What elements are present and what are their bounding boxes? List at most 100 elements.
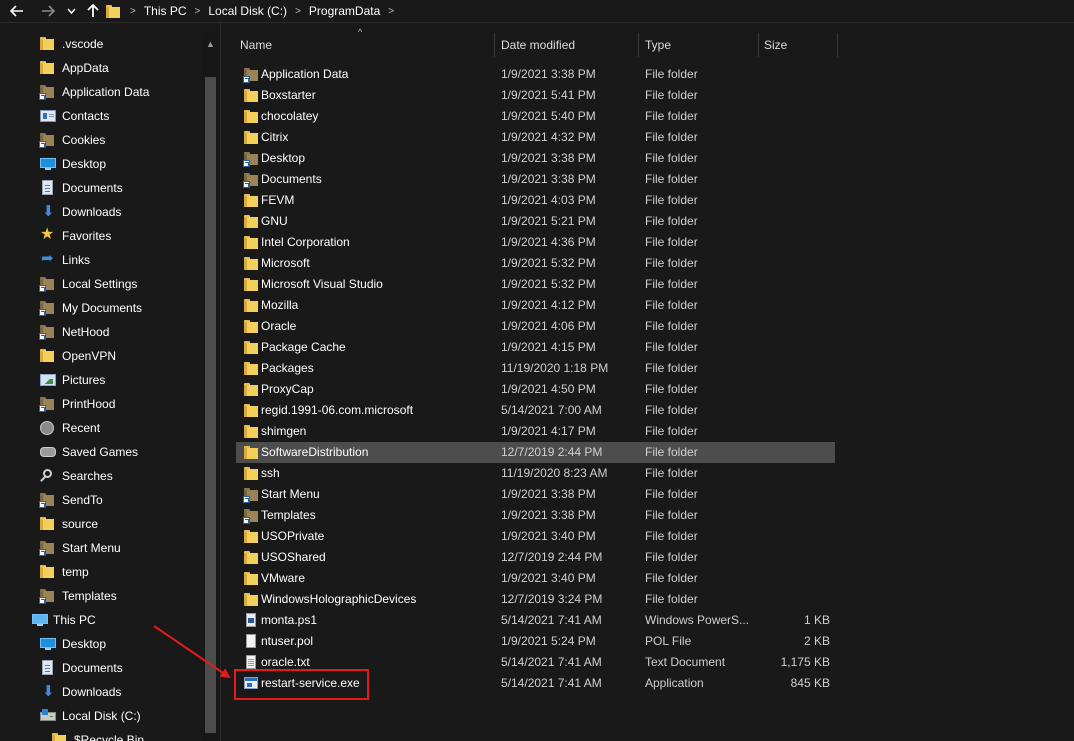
file-date-modified: 11/19/2020 8:23 AM bbox=[501, 466, 608, 480]
sidebar-item[interactable]: Documents bbox=[40, 176, 123, 200]
sidebar-item-label: Desktop bbox=[62, 637, 107, 651]
sidebar-item[interactable]: ➦ Links bbox=[40, 248, 90, 272]
table-row[interactable]: Application Data 1/9/2021 3:38 PM File fol… bbox=[236, 64, 835, 85]
file-date-modified: 1/9/2021 5:32 PM bbox=[501, 256, 596, 270]
table-row[interactable]: Mozilla 1/9/2021 4:12 PM File folder bbox=[236, 295, 835, 316]
table-row[interactable]: regid.1991-06.com.microsoft 5/14/2021 7:0… bbox=[236, 400, 835, 421]
scrollbar-thumb[interactable] bbox=[205, 77, 216, 733]
up-button[interactable] bbox=[82, 0, 104, 22]
sidebar-item[interactable]: ⬇ Downloads bbox=[40, 680, 121, 704]
file-row-icon bbox=[243, 151, 258, 167]
sidebar-item[interactable]: Pictures bbox=[40, 368, 105, 392]
sidebar-item[interactable]: PrintHood bbox=[39, 392, 115, 416]
column-header-name[interactable]: Name bbox=[236, 33, 494, 57]
sidebar-item-icon bbox=[39, 588, 56, 604]
table-row[interactable]: Templates 1/9/2021 3:38 PM File folder bbox=[236, 505, 835, 526]
sidebar-item[interactable]: Saved Games bbox=[40, 440, 138, 464]
file-type: File folder bbox=[645, 298, 698, 312]
sidebar-item[interactable]: AppData bbox=[40, 56, 109, 80]
sidebar-item[interactable]: Cookies bbox=[39, 128, 105, 152]
sidebar-item-this-pc[interactable]: This PC bbox=[32, 608, 96, 632]
file-size bbox=[760, 484, 830, 505]
file-date-modified: 1/9/2021 4:06 PM bbox=[501, 319, 596, 333]
breadcrumb-separator: > bbox=[130, 5, 136, 17]
breadcrumb-this-pc[interactable]: This PC bbox=[140, 4, 191, 18]
table-row-selected[interactable]: SoftwareDistribution 12/7/2019 2:44 PM Fil… bbox=[236, 442, 835, 463]
table-row[interactable]: ProxyCap 1/9/2021 4:50 PM File folder bbox=[236, 379, 835, 400]
folder-shortcut-icon bbox=[243, 508, 258, 524]
sidebar-item[interactable]: OpenVPN bbox=[40, 344, 116, 368]
sidebar-item[interactable]: ★ Favorites bbox=[40, 224, 111, 248]
table-row[interactable]: ssh 11/19/2020 8:23 AM File folder bbox=[236, 463, 835, 484]
sidebar-item-label: Downloads bbox=[62, 685, 122, 699]
pane-divider[interactable] bbox=[220, 23, 221, 741]
sidebar-item[interactable]: Contacts bbox=[40, 104, 109, 128]
sidebar-item[interactable]: temp bbox=[40, 560, 89, 584]
table-row[interactable]: Desktop 1/9/2021 3:38 PM File folder bbox=[236, 148, 835, 169]
sidebar-item[interactable]: Searches bbox=[40, 464, 113, 488]
sidebar-item-icon bbox=[40, 156, 56, 172]
file-name: Start Menu bbox=[261, 487, 320, 501]
sidebar-item[interactable]: source bbox=[40, 512, 98, 536]
sidebar-item[interactable]: Documents bbox=[40, 656, 123, 680]
file-row-icon bbox=[244, 466, 258, 481]
table-row[interactable]: monta.ps1 5/14/2021 7:41 AM Windows PowerS… bbox=[236, 610, 835, 631]
sidebar-item[interactable]: NetHood bbox=[39, 320, 109, 344]
column-header-date-modified[interactable]: Date modified bbox=[495, 33, 638, 57]
recent-locations-button[interactable] bbox=[62, 0, 80, 22]
sidebar-item[interactable]: Templates bbox=[39, 584, 117, 608]
sidebar-item-label: Start Menu bbox=[62, 541, 121, 555]
file-size: 1,175 KB bbox=[780, 655, 830, 669]
sidebar-item[interactable]: $Recycle.Bin bbox=[52, 728, 144, 741]
table-row[interactable]: VMware 1/9/2021 3:40 PM File folder bbox=[236, 568, 835, 589]
table-row[interactable]: Documents 1/9/2021 3:38 PM File folder bbox=[236, 169, 835, 190]
table-row[interactable]: WindowsHolographicDevices 12/7/2019 3:24 … bbox=[236, 589, 835, 610]
table-row[interactable]: chocolatey 1/9/2021 5:40 PM File folder bbox=[236, 106, 835, 127]
table-row[interactable]: USOShared 12/7/2019 2:44 PM File folder bbox=[236, 547, 835, 568]
table-row[interactable]: Oracle 1/9/2021 4:06 PM File folder bbox=[236, 316, 835, 337]
table-row[interactable]: Citrix 1/9/2021 4:32 PM File folder bbox=[236, 127, 835, 148]
file-type: File folder bbox=[645, 151, 698, 165]
sidebar-item[interactable]: Application Data bbox=[39, 80, 149, 104]
file-name: WindowsHolographicDevices bbox=[261, 592, 417, 606]
table-row[interactable]: Package Cache 1/9/2021 4:15 PM File folder bbox=[236, 337, 835, 358]
table-row[interactable]: Packages 11/19/2020 1:18 PM File folder bbox=[236, 358, 835, 379]
sidebar-item[interactable]: .vscode bbox=[40, 33, 103, 56]
table-row[interactable]: shimgen 1/9/2021 4:17 PM File folder bbox=[236, 421, 835, 442]
table-row[interactable]: USOPrivate 1/9/2021 3:40 PM File folder bbox=[236, 526, 835, 547]
table-row[interactable]: Boxstarter 1/9/2021 5:41 PM File folder bbox=[236, 85, 835, 106]
column-header-type[interactable]: Type bbox=[639, 33, 758, 57]
column-header-size[interactable]: Size bbox=[759, 33, 837, 57]
breadcrumb-programdata[interactable]: ProgramData bbox=[305, 4, 384, 18]
forward-button[interactable] bbox=[37, 0, 59, 22]
table-row[interactable]: ntuser.pol 1/9/2021 5:24 PM POL File 2 KB bbox=[236, 631, 835, 652]
file-date-modified: 5/14/2021 7:41 AM bbox=[501, 655, 602, 669]
table-row[interactable]: GNU 1/9/2021 5:21 PM File folder bbox=[236, 211, 835, 232]
sidebar-item-label: Local Disk (C:) bbox=[62, 709, 141, 723]
file-date-modified: 5/14/2021 7:00 AM bbox=[501, 403, 602, 417]
sidebar-item[interactable]: SendTo bbox=[39, 488, 103, 512]
column-divider[interactable] bbox=[837, 33, 838, 57]
sidebar-item[interactable]: Local Settings bbox=[39, 272, 137, 296]
sidebar-item[interactable]: Desktop bbox=[40, 632, 106, 656]
sidebar-item-label: Pictures bbox=[62, 373, 106, 387]
file-type: POL File bbox=[645, 634, 692, 648]
sidebar-item[interactable]: ⬇ Downloads bbox=[40, 200, 121, 224]
back-button[interactable] bbox=[6, 0, 28, 22]
table-row[interactable]: Intel Corporation 1/9/2021 4:36 PM File fo… bbox=[236, 232, 835, 253]
sidebar-item-label: Templates bbox=[62, 589, 117, 603]
breadcrumb-local-disk[interactable]: Local Disk (C:) bbox=[204, 4, 291, 18]
table-row[interactable]: Microsoft 1/9/2021 5:32 PM File folder bbox=[236, 253, 835, 274]
navigation-pane-scrollbar[interactable]: ▲ bbox=[203, 33, 217, 741]
table-row[interactable]: Start Menu 1/9/2021 3:38 PM File folder bbox=[236, 484, 835, 505]
file-date-modified: 12/7/2019 2:44 PM bbox=[501, 445, 603, 459]
sidebar-item[interactable]: Local Disk (C:) bbox=[40, 704, 141, 728]
scroll-up-icon[interactable]: ▲ bbox=[206, 39, 215, 49]
sidebar-item[interactable]: Start Menu bbox=[39, 536, 121, 560]
sidebar-item[interactable]: Desktop bbox=[40, 152, 106, 176]
table-row[interactable]: FEVM 1/9/2021 4:03 PM File folder bbox=[236, 190, 835, 211]
sidebar-item[interactable]: My Documents bbox=[39, 296, 142, 320]
sidebar-item[interactable]: Recent bbox=[40, 416, 100, 440]
file-row-icon bbox=[244, 193, 258, 208]
table-row[interactable]: Microsoft Visual Studio 1/9/2021 5:32 PM F… bbox=[236, 274, 835, 295]
